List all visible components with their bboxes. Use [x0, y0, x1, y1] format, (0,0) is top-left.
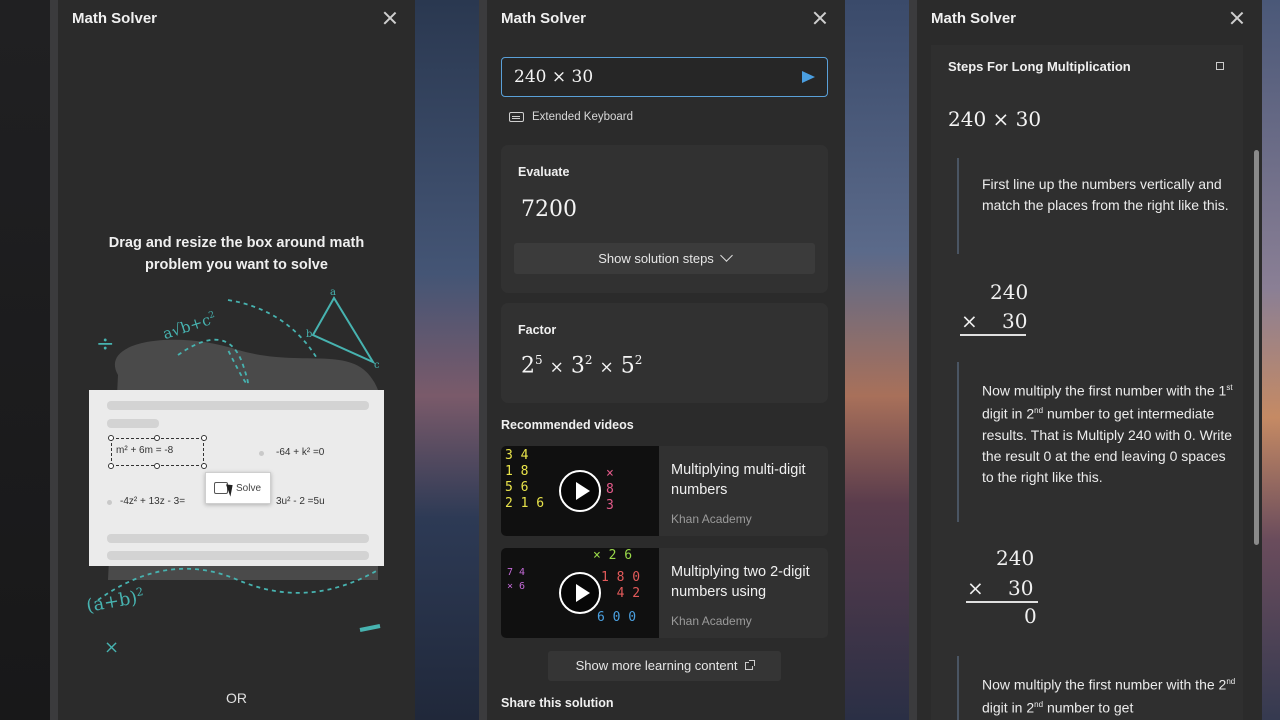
- step-description: Now multiply the first number with the 2…: [982, 676, 1236, 717]
- evaluate-result: 7200: [521, 197, 577, 222]
- resize-handle[interactable]: [108, 435, 114, 441]
- steps-heading: Steps For Long Multiplication: [948, 59, 1131, 74]
- triangle-label-c: c: [374, 360, 380, 371]
- math-solver-panel-steps: Math Solver Steps For Long Multiplicatio…: [917, 0, 1262, 720]
- resize-handle[interactable]: [108, 463, 114, 469]
- steps-button-label: Show solution steps: [598, 251, 714, 266]
- calc-underline: [960, 334, 1026, 336]
- math-input-field[interactable]: 240 × 30: [501, 57, 828, 97]
- video-source: Khan Academy: [671, 614, 752, 628]
- problem-expression: 240 × 30: [948, 107, 1042, 131]
- solve-button[interactable]: Solve: [205, 472, 271, 504]
- resize-handle[interactable]: [201, 463, 207, 469]
- video-thumbnail: 3 41 85 62 1 6 × 8 3: [501, 446, 659, 536]
- placeholder-line: [107, 419, 159, 428]
- video-source: Khan Academy: [671, 512, 752, 526]
- or-divider-label: OR: [226, 690, 247, 706]
- capture-instruction: Drag and resize the box around math prob…: [108, 235, 365, 273]
- video-card[interactable]: × 2 6 1 8 0 4 2 6 0 0 7 4 × 6 Multiplying…: [501, 548, 828, 638]
- panel-title: Math Solver: [931, 10, 1017, 27]
- factor-label: Factor: [518, 323, 557, 337]
- scrollbar-thumb[interactable]: [1254, 150, 1259, 545]
- factor-result: 25 × 32 × 52: [521, 353, 643, 379]
- calc-top-number: 240: [996, 546, 1035, 570]
- desktop-background-strip: [1262, 0, 1280, 720]
- extended-keyboard-button[interactable]: Extended Keyboard: [509, 111, 633, 123]
- placeholder-line: [107, 534, 369, 543]
- selection-box[interactable]: m² + 6m = -8: [108, 435, 207, 469]
- panel-divider: [50, 0, 58, 720]
- bullet-dot: [107, 500, 112, 505]
- keyboard-icon: [509, 112, 524, 122]
- recommended-videos-title: Recommended videos: [501, 418, 634, 432]
- panel-divider: [909, 0, 917, 720]
- placeholder-line: [107, 551, 369, 560]
- video-thumbnail: × 2 6 1 8 0 4 2 6 0 0 7 4 × 6: [501, 548, 659, 638]
- step-indicator-line: [957, 656, 959, 720]
- video-title: Multiplying multi-digit numbers: [671, 462, 806, 498]
- math-input-value: 240 × 30: [514, 67, 594, 87]
- sample-equation: -64 + k² =0: [276, 447, 325, 458]
- evaluate-card: Evaluate 7200 Show solution steps: [501, 145, 828, 293]
- triangle-label-a: a: [330, 287, 336, 298]
- step-description: First line up the numbers vertically and…: [982, 176, 1229, 213]
- desktop-background-strip: [415, 0, 487, 720]
- share-solution-title: Share this solution: [501, 696, 614, 710]
- resize-handle[interactable]: [154, 463, 160, 469]
- close-icon[interactable]: [381, 9, 399, 27]
- step-indicator-line: [957, 158, 959, 254]
- video-title: Multiplying two 2-digit numbers using: [671, 564, 810, 600]
- panel-title: Math Solver: [72, 10, 158, 27]
- sample-equation: -4z² + 13z - 3=: [120, 496, 186, 507]
- calc-operator: ×: [967, 576, 984, 600]
- calc-operator: ×: [961, 309, 978, 333]
- calc-underline: [966, 601, 1038, 603]
- selected-equation: m² + 6m = -8: [116, 445, 174, 456]
- show-solution-steps-button[interactable]: Show solution steps: [514, 243, 815, 274]
- math-solver-panel-capture: Math Solver Drag and resize the box arou…: [58, 0, 415, 720]
- video-card[interactable]: 3 41 85 62 1 6 × 8 3 Multiplying multi-dig…: [501, 446, 828, 536]
- extended-keyboard-label: Extended Keyboard: [532, 111, 634, 123]
- close-icon[interactable]: [811, 9, 829, 27]
- calc-top-number: 240: [990, 280, 1029, 304]
- math-solver-panel-results: Math Solver 240 × 30 Extended Keyboard E…: [487, 0, 845, 720]
- close-icon[interactable]: [1228, 9, 1246, 27]
- desktop-background-strip: [845, 0, 917, 720]
- panel-title: Math Solver: [501, 10, 587, 27]
- chevron-down-icon: [719, 249, 733, 262]
- evaluate-label: Evaluate: [518, 165, 570, 179]
- calc-bottom-number: 30: [1002, 309, 1028, 333]
- step-indicator-line: [957, 362, 959, 522]
- calc-result: 0: [1024, 604, 1037, 628]
- times-icon: ×: [104, 637, 120, 658]
- resize-handle[interactable]: [201, 435, 207, 441]
- external-link-icon: [745, 660, 756, 670]
- resize-handle[interactable]: [154, 435, 160, 441]
- mouse-cursor-icon: [225, 482, 237, 497]
- panel-divider: [479, 0, 487, 720]
- send-icon[interactable]: [802, 71, 815, 83]
- placeholder-line: [107, 401, 369, 410]
- external-link-icon[interactable]: [1216, 62, 1224, 70]
- calc-bottom-number: 30: [1008, 576, 1034, 600]
- show-more-learning-content-button[interactable]: Show more learning content: [548, 651, 781, 681]
- triangle-label-b: b: [306, 329, 313, 340]
- division-icon: ÷: [96, 332, 115, 357]
- sample-document-card: m² + 6m = -8 -64 + k² =0 -4z² + 13z - 3=…: [89, 390, 384, 566]
- sample-equation: 3u² - 2 =5u: [276, 496, 325, 507]
- factor-card: Factor 25 × 32 × 52: [501, 303, 828, 403]
- play-icon: [559, 572, 601, 614]
- solve-label: Solve: [236, 483, 262, 494]
- bullet-dot: [259, 451, 264, 456]
- play-icon: [559, 470, 601, 512]
- more-button-label: Show more learning content: [575, 658, 738, 673]
- step-description: Now multiply the first number with the 1…: [982, 382, 1233, 485]
